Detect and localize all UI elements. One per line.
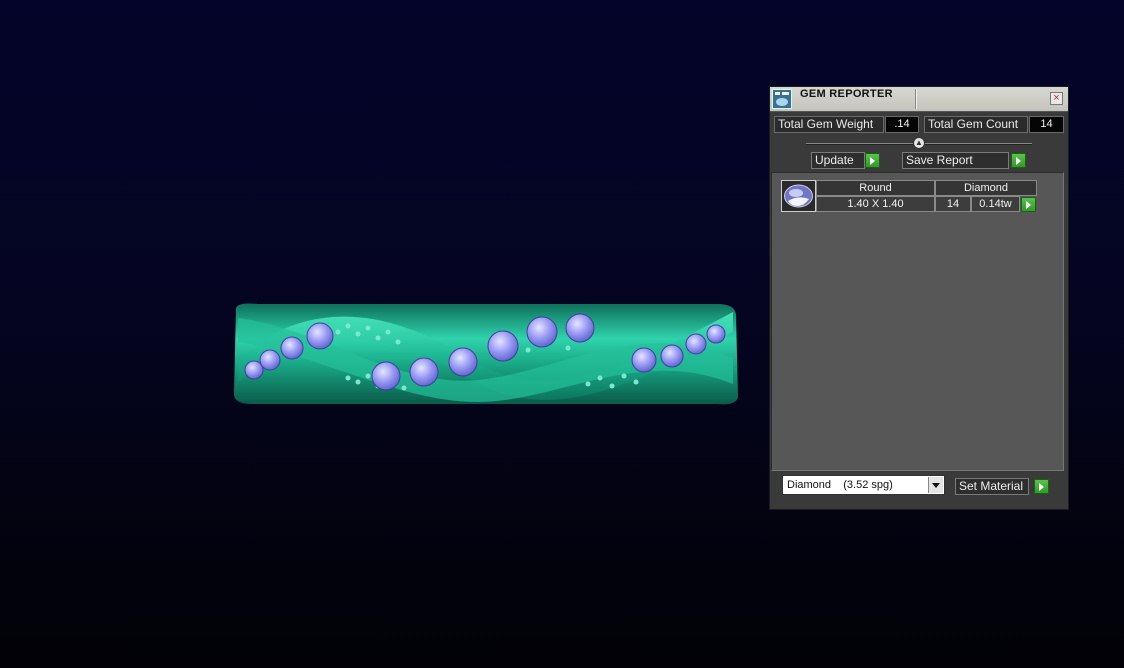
total-gem-count-label: Total Gem Count [924, 116, 1028, 133]
twisted-ring-model[interactable] [228, 298, 740, 410]
stone-type-header: Diamond [935, 180, 1037, 196]
panel-title: GEM REPORTER [800, 88, 893, 100]
gem-reporter-panel: GEM REPORTER × Total Gem Weight .14 Tota… [769, 86, 1069, 510]
save-report-button[interactable]: Save Report [902, 152, 1009, 169]
gem-count-cell: 14 [935, 196, 971, 212]
material-select[interactable]: Diamond (3.52 spg) [782, 475, 945, 495]
title-divider [915, 89, 917, 109]
total-gem-weight-label: Total Gem Weight [774, 116, 884, 133]
gem-weight-cell: 0.14tw [971, 196, 1020, 212]
gem-size-cell: 1.40 X 1.40 [816, 196, 935, 212]
update-button[interactable]: Update [811, 152, 865, 169]
total-gem-count-value: 14 [1029, 116, 1064, 133]
panel-titlebar[interactable]: GEM REPORTER × [770, 87, 1068, 112]
update-arrow-icon[interactable] [865, 153, 880, 168]
total-gem-weight-value: .14 [885, 116, 919, 133]
material-select-value: Diamond (3.52 spg) [787, 479, 893, 491]
save-report-arrow-icon[interactable] [1011, 153, 1026, 168]
set-material-button[interactable]: Set Material [955, 478, 1029, 495]
slider-knob-icon[interactable]: ▲ [913, 137, 925, 149]
gem-thumbnail-icon[interactable] [781, 180, 816, 212]
chevron-down-icon[interactable] [928, 477, 943, 493]
close-icon[interactable]: × [1050, 92, 1063, 105]
report-area: Round Diamond 1.40 X 1.40 14 0.14tw [771, 172, 1064, 471]
gem-reporter-app-icon [772, 89, 792, 109]
gem-row-arrow-icon[interactable] [1021, 197, 1036, 212]
set-material-arrow-icon[interactable] [1034, 479, 1049, 494]
shape-header: Round [816, 180, 935, 196]
